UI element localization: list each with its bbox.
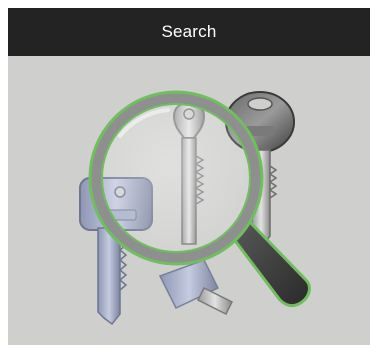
search-keys-icon (79, 90, 311, 326)
page-title: Search (161, 22, 217, 41)
illustration-area (8, 56, 370, 345)
flat-key-icon (158, 259, 234, 316)
search-card[interactable]: Search (8, 8, 370, 345)
header-bar: Search (8, 8, 370, 56)
